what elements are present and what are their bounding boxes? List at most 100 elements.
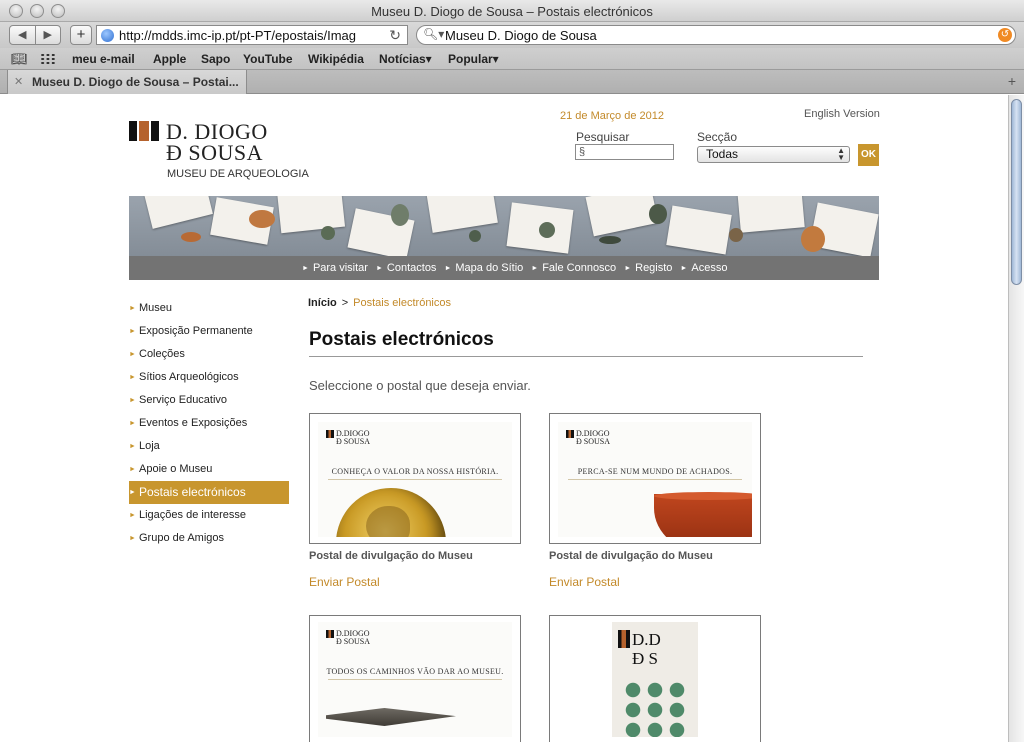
bullet-icon: ► (129, 328, 136, 335)
sidebar-item-postais-electronicos[interactable]: ► Postais electrónicos (129, 481, 289, 504)
coin-grid-image (622, 680, 688, 737)
postcard-logo: D.DIOGO Đ SOUSA (326, 630, 370, 646)
tab-bar: ✕ Museu D. Diogo de Sousa – Postai... + (0, 70, 1024, 94)
breadcrumb: Início > Postais electrónicos (308, 297, 451, 309)
reload-icon[interactable]: ↻ (389, 27, 401, 44)
sidebar-item-servico-educativo[interactable]: ► Serviço Educativo (129, 389, 289, 412)
nav-mapa-do-sitio[interactable]: ► Mapa do Sítio (444, 262, 523, 274)
bullet-icon: ► (129, 443, 136, 450)
browser-search-text[interactable]: Museu D. Diogo de Sousa (445, 28, 597, 43)
bullet-icon: ► (531, 265, 539, 272)
spearhead-image (326, 708, 456, 726)
scrollbar-thumb[interactable] (1011, 99, 1022, 285)
window-titlebar: Museu D. Diogo de Sousa – Postais electr… (0, 0, 1024, 22)
sidebar-item-museu[interactable]: ► Museu (129, 297, 289, 320)
nav-acesso[interactable]: ► Acesso (680, 262, 727, 274)
page-viewport: D. DIOGO Đ SOUSA MUSEU DE ARQUEOLOGIA 21… (0, 95, 1008, 742)
bullet-icon: ► (129, 420, 136, 427)
search-label: Pesquisar (576, 130, 630, 144)
postcard-thumbnail-4[interactable]: D.D Đ S (549, 615, 761, 742)
postcard-thumbnail-2[interactable]: D.DIOGO Đ SOUSA PERCA-SE NUM MUNDO DE ACH… (549, 413, 761, 544)
browser-search-field[interactable]: 🔍︎▾ Museu D. Diogo de Sousa ↺ (416, 25, 1016, 45)
back-forward-buttons: ◀ ▶ (9, 25, 61, 45)
logo-text-line2: Đ SOUSA (166, 140, 264, 165)
sidebar-item-ligacoes[interactable]: ► Ligações de interesse (129, 504, 289, 527)
search-icon: 🔍︎▾ (423, 27, 445, 41)
bullet-icon: ► (375, 265, 383, 272)
nav-contactos[interactable]: ► Contactos (376, 262, 436, 274)
bullet-icon: ► (129, 512, 136, 519)
forward-arrow-icon[interactable]: ▶ (34, 26, 61, 44)
bullet-icon: ► (129, 466, 136, 473)
bookmark-popular[interactable]: Popular▾ (448, 52, 499, 66)
bullet-icon: ► (129, 489, 136, 496)
postcard-slogan: TODOS OS CAMINHOS VÃO DAR AO MUSEU. (326, 667, 504, 676)
snapback-icon[interactable]: ↺ (998, 28, 1012, 42)
close-tab-icon[interactable]: ✕ (14, 75, 23, 88)
address-bar[interactable]: http://mdds.imc-ip.pt/pt-PT/epostais/Ima… (96, 25, 408, 45)
tab-museu[interactable]: ✕ Museu D. Diogo de Sousa – Postai... (7, 70, 247, 94)
vertical-scrollbar[interactable] (1008, 95, 1024, 742)
window-title: Museu D. Diogo de Sousa – Postais electr… (371, 4, 653, 19)
bullet-icon: ► (129, 397, 136, 404)
new-tab-icon[interactable]: + (1008, 73, 1016, 89)
section-select-value: Todas (706, 147, 739, 161)
bullet-icon: ► (129, 351, 136, 358)
sidebar-item-eventos[interactable]: ► Eventos e Exposições (129, 412, 289, 435)
address-text[interactable]: http://mdds.imc-ip.pt/pt-PT/epostais/Ima… (119, 28, 381, 43)
nav-para-visitar[interactable]: ► Para visitar (302, 262, 368, 274)
section-select[interactable]: Todas ▲ ▼ (697, 146, 850, 163)
bookmark-meu-email[interactable]: meu e-mail (72, 52, 135, 66)
book-icon[interactable]: 📖︎ (11, 51, 28, 67)
postcard-thumbnail-1[interactable]: D.DIOGO Đ SOUSA CONHEÇA O VALOR DA NOSSA … (309, 413, 521, 544)
bullet-icon: ► (129, 535, 136, 542)
bookmark-wikipedia[interactable]: Wikipédia (308, 52, 364, 66)
back-arrow-icon[interactable]: ◀ (10, 26, 35, 44)
bullet-icon: ► (624, 265, 632, 272)
bookmarks-bar: 📖︎ meu e-mail Apple Sapo YouTube Wikipéd… (0, 48, 1024, 70)
select-arrows-icon: ▲ ▼ (837, 146, 845, 162)
postcard-thumbnail-3[interactable]: D.DIOGO Đ SOUSA TODOS OS CAMINHOS VÃO DAR… (309, 615, 521, 742)
sidebar-item-apoie-o-museu[interactable]: ► Apoie o Museu (129, 458, 289, 481)
bookmark-apple[interactable]: Apple (153, 52, 186, 66)
bullet-icon: ► (680, 265, 688, 272)
top-navigation: ► Para visitar ► Contactos ► Mapa do Sítio … (129, 256, 879, 280)
postcard-caption-1: Postal de divulgação do Museu (309, 550, 473, 562)
postcard-slogan: PERCA-SE NUM MUNDO DE ACHADOS. (577, 467, 733, 476)
header-banner-image (129, 196, 879, 256)
send-postcard-link-1[interactable]: Enviar Postal (309, 575, 380, 589)
terracotta-bowl-image (654, 494, 752, 537)
tab-label: Museu D. Diogo de Sousa – Postai... (32, 75, 239, 89)
postcard-logo: D.DIOGO Đ SOUSA (566, 430, 610, 446)
sidebar-item-grupo-de-amigos[interactable]: ► Grupo de Amigos (129, 527, 289, 550)
sidebar-item-loja[interactable]: ► Loja (129, 435, 289, 458)
nav-fale-connosco[interactable]: ► Fale Connosco (531, 262, 616, 274)
breadcrumb-separator: > (341, 297, 349, 309)
sidebar-item-colecoes[interactable]: ► Coleções (129, 343, 289, 366)
add-bookmark-button[interactable]: + (70, 25, 92, 45)
site-search-input[interactable]: § (575, 144, 674, 160)
current-date: 21 de Março de 2012 (560, 110, 664, 122)
bookmark-youtube[interactable]: YouTube (243, 52, 293, 66)
title-divider (309, 356, 863, 357)
bookmark-sapo[interactable]: Sapo (201, 52, 230, 66)
browser-toolbar: ◀ ▶ + http://mdds.imc-ip.pt/pt-PT/eposta… (0, 22, 1024, 48)
bookmark-noticias[interactable]: Notícias▾ (379, 52, 432, 66)
sidebar-item-sitios-arqueologicos[interactable]: ► Sítios Arqueológicos (129, 366, 289, 389)
nav-registo[interactable]: ► Registo (624, 262, 672, 274)
postcard-slogan: CONHEÇA O VALOR DA NOSSA HISTÓRIA. (331, 467, 499, 476)
send-postcard-link-2[interactable]: Enviar Postal (549, 575, 620, 589)
section-label: Secção (697, 130, 738, 144)
postcard-logo: D.DIOGO Đ SOUSA (326, 430, 370, 446)
intro-text: Seleccione o postal que deseja enviar. (309, 378, 531, 393)
bullet-icon: ► (302, 265, 309, 272)
postcard-caption-2: Postal de divulgação do Museu (549, 550, 713, 562)
top-sites-grid-icon[interactable] (40, 53, 56, 65)
bullet-icon: ► (129, 305, 136, 312)
sidebar-item-exposicao-permanente[interactable]: ► Exposição Permanente (129, 320, 289, 343)
breadcrumb-home[interactable]: Início (308, 297, 337, 309)
english-version-link[interactable]: English Version (804, 108, 880, 120)
search-ok-button[interactable]: OK (858, 144, 879, 166)
globe-icon (101, 29, 114, 42)
breadcrumb-current: Postais electrónicos (353, 297, 451, 309)
